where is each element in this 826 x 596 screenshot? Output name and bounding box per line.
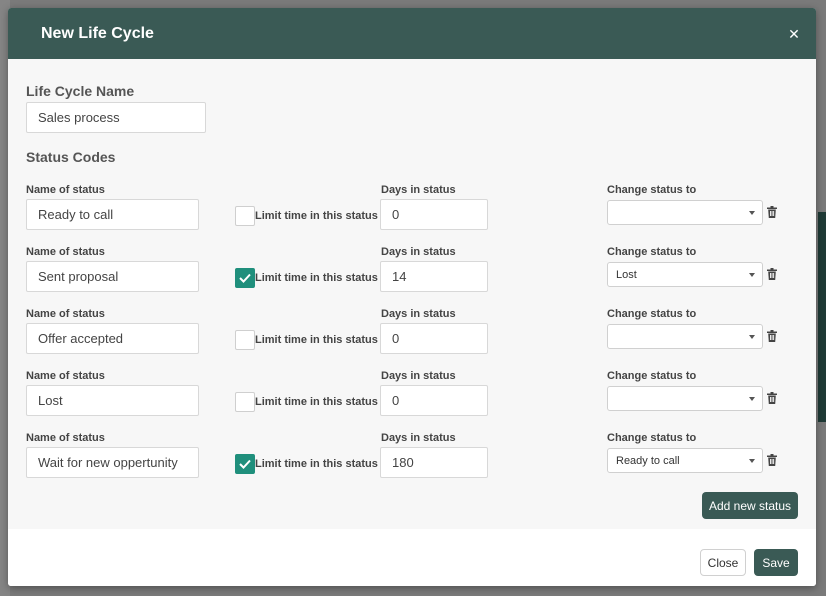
limit-time-checkbox[interactable]	[235, 206, 255, 226]
backdrop-panel	[818, 212, 826, 422]
save-button[interactable]: Save	[754, 549, 798, 576]
change-status-select[interactable]	[607, 386, 763, 411]
name-of-status-label: Name of status	[26, 308, 105, 320]
change-status-to-label: Change status to	[607, 308, 697, 320]
name-of-status-label: Name of status	[26, 246, 105, 258]
limit-time-checkbox[interactable]	[235, 330, 255, 350]
days-in-status-input[interactable]: 14	[380, 261, 488, 292]
days-in-status-input[interactable]: 180	[380, 447, 488, 478]
status-name-input[interactable]: Wait for new oppertunity	[26, 447, 199, 478]
change-status-select[interactable]	[607, 200, 763, 225]
change-status-select[interactable]: Lost	[607, 262, 763, 287]
chevron-down-icon	[749, 211, 755, 215]
trash-icon[interactable]	[767, 330, 777, 342]
trash-icon[interactable]	[767, 268, 777, 280]
modal-title: New Life Cycle	[41, 24, 154, 42]
days-in-status-label: Days in status	[381, 246, 456, 258]
life-cycle-name-input[interactable]: Sales process	[26, 102, 206, 133]
chevron-down-icon	[749, 273, 755, 277]
name-of-status-label: Name of status	[26, 184, 105, 196]
change-status-to-label: Change status to	[607, 432, 697, 444]
trash-icon[interactable]	[767, 392, 777, 404]
days-in-status-label: Days in status	[381, 370, 456, 382]
add-new-status-button[interactable]: Add new status	[702, 492, 798, 519]
chevron-down-icon	[749, 335, 755, 339]
close-button[interactable]: Close	[700, 549, 746, 576]
days-in-status-label: Days in status	[381, 308, 456, 320]
chevron-down-icon	[749, 397, 755, 401]
days-in-status-label: Days in status	[381, 184, 456, 196]
check-icon	[239, 459, 251, 469]
status-name-input[interactable]: Ready to call	[26, 199, 199, 230]
change-status-value: Lost	[616, 268, 637, 281]
trash-icon[interactable]	[767, 454, 777, 466]
limit-time-label: Limit time in this status	[255, 210, 378, 222]
days-in-status-input[interactable]: 0	[380, 199, 488, 230]
limit-time-checkbox[interactable]	[235, 454, 255, 474]
days-in-status-input[interactable]: 0	[380, 385, 488, 416]
status-codes-label: Status Codes	[26, 149, 116, 165]
limit-time-label: Limit time in this status	[255, 272, 378, 284]
status-name-input[interactable]: Lost	[26, 385, 199, 416]
change-status-to-label: Change status to	[607, 246, 697, 258]
life-cycle-name-label: Life Cycle Name	[26, 83, 135, 99]
modal-footer: Close Save	[8, 529, 816, 586]
check-icon	[239, 273, 251, 283]
status-name-input[interactable]: Offer accepted	[26, 323, 199, 354]
trash-icon[interactable]	[767, 206, 777, 218]
new-life-cycle-modal: New Life Cycle ✕ Life Cycle Name Sales p…	[8, 8, 816, 586]
days-in-status-label: Days in status	[381, 432, 456, 444]
limit-time-label: Limit time in this status	[255, 458, 378, 470]
days-in-status-input[interactable]: 0	[380, 323, 488, 354]
name-of-status-label: Name of status	[26, 370, 105, 382]
close-icon[interactable]: ✕	[786, 26, 802, 42]
modal-header: New Life Cycle ✕	[8, 8, 816, 59]
limit-time-label: Limit time in this status	[255, 396, 378, 408]
change-status-select[interactable]: Ready to call	[607, 448, 763, 473]
change-status-value: Ready to call	[616, 454, 680, 467]
chevron-down-icon	[749, 459, 755, 463]
change-status-to-label: Change status to	[607, 184, 697, 196]
name-of-status-label: Name of status	[26, 432, 105, 444]
status-name-input[interactable]: Sent proposal	[26, 261, 199, 292]
limit-time-label: Limit time in this status	[255, 334, 378, 346]
change-status-select[interactable]	[607, 324, 763, 349]
limit-time-checkbox[interactable]	[235, 268, 255, 288]
modal-body: Life Cycle Name Sales process Status Cod…	[8, 59, 816, 529]
change-status-to-label: Change status to	[607, 370, 697, 382]
limit-time-checkbox[interactable]	[235, 392, 255, 412]
